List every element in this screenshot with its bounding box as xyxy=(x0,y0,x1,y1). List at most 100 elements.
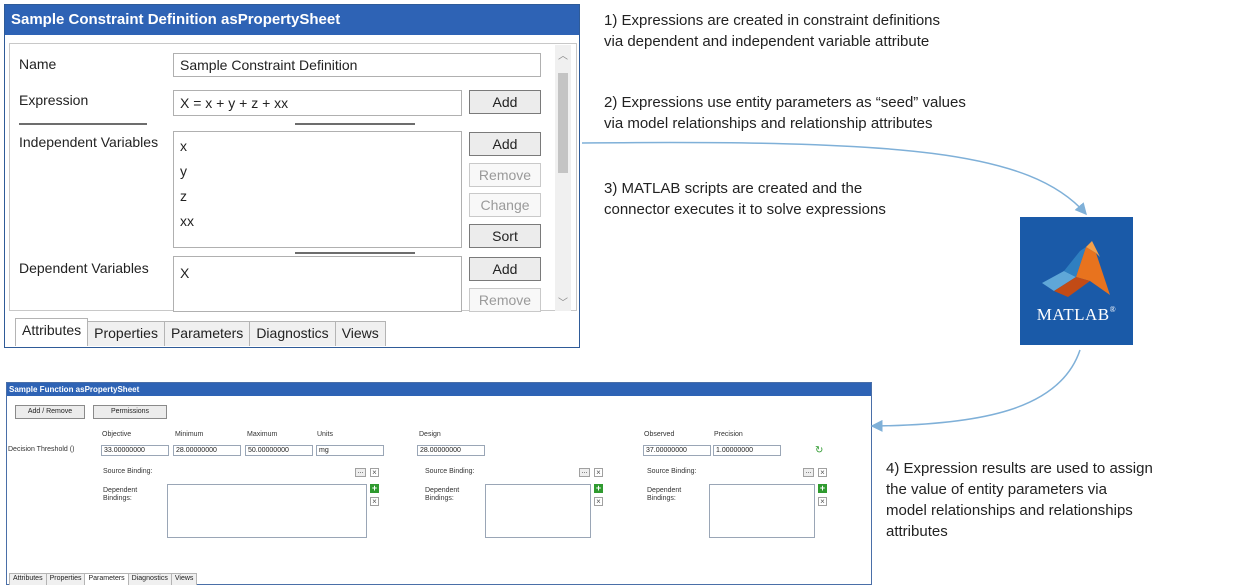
scroll-down-icon[interactable]: ﹀ xyxy=(555,294,571,309)
constraint-sheet-title: Sample Constraint Definition asPropertyS… xyxy=(5,5,579,35)
add-binding-icon[interactable]: + xyxy=(818,484,827,493)
units-field[interactable]: mg xyxy=(316,445,384,456)
dependent-variables-list[interactable]: X xyxy=(173,256,462,312)
name-field[interactable]: Sample Constraint Definition xyxy=(173,53,541,77)
function-sheet-title: Sample Function asPropertySheet xyxy=(7,383,871,396)
dependent-bindings-label: Bindings: xyxy=(647,495,676,502)
add-remove-button[interactable]: Add / Remove xyxy=(15,405,85,419)
add-binding-icon[interactable]: + xyxy=(370,484,379,493)
col-precision: Precision xyxy=(714,431,743,438)
minimum-field[interactable]: 28.00000000 xyxy=(173,445,241,456)
tab-properties[interactable]: Properties xyxy=(45,573,86,585)
note-3-line: 3) MATLAB scripts are created and the xyxy=(604,180,863,197)
col-observed: Observed xyxy=(644,431,675,438)
remove-binding-icon[interactable]: × xyxy=(818,497,827,506)
list-item[interactable]: x xyxy=(180,138,461,163)
dependent-remove-button[interactable]: Remove xyxy=(469,288,541,312)
permissions-button[interactable]: Permissions xyxy=(93,405,167,419)
matlab-logo: MATLAB® xyxy=(1020,217,1133,345)
expression-label: Expression xyxy=(19,92,89,108)
note-3-line: connector executes it to solve expressio… xyxy=(604,201,886,218)
expression-add-button[interactable]: Add xyxy=(469,90,541,114)
clear-icon[interactable]: × xyxy=(818,468,827,477)
tab-views[interactable]: Views xyxy=(170,573,198,585)
expression-splitter[interactable] xyxy=(295,123,415,125)
scroll-up-icon[interactable]: ︿ xyxy=(555,47,571,62)
dependent-variables-label: Dependent Variables xyxy=(19,260,149,276)
source-binding-browse-button[interactable]: ... xyxy=(579,468,590,477)
tab-diagnostics[interactable]: Diagnostics xyxy=(249,321,336,346)
dependent-bindings-label: Bindings: xyxy=(425,495,454,502)
source-binding-browse-button[interactable]: ... xyxy=(803,468,814,477)
col-maximum: Maximum xyxy=(247,431,278,438)
dependent-bindings-label: Dependent xyxy=(425,487,460,494)
dependent-bindings-list[interactable] xyxy=(709,484,815,538)
note-3: 3) MATLAB scripts are created and the co… xyxy=(604,178,886,220)
dependent-bindings-label: Bindings: xyxy=(103,495,132,502)
dependent-add-button[interactable]: Add xyxy=(469,257,541,281)
matlab-text: MATLAB xyxy=(1036,305,1110,324)
independent-add-button[interactable]: Add xyxy=(469,132,541,156)
independent-remove-button[interactable]: Remove xyxy=(469,163,541,187)
expression-divider xyxy=(19,123,147,125)
matlab-membrane-icon xyxy=(1042,241,1110,297)
dependent-bindings-list[interactable] xyxy=(167,484,367,538)
note-1: 1) Expressions are created in constraint… xyxy=(604,10,940,52)
independent-sort-button[interactable]: Sort xyxy=(469,224,541,248)
observed-field[interactable]: 37.00000000 xyxy=(643,445,711,456)
note-2: 2) Expressions use entity parameters as … xyxy=(604,92,966,134)
independent-variables-list[interactable]: x y z xx xyxy=(173,131,462,248)
clear-icon[interactable]: × xyxy=(594,468,603,477)
remove-binding-icon[interactable]: × xyxy=(594,497,603,506)
vertical-scrollbar[interactable]: ︿ ﹀ xyxy=(555,45,571,311)
col-minimum: Minimum xyxy=(175,431,204,438)
col-design: Design xyxy=(419,431,441,438)
list-item[interactable]: z xyxy=(180,188,461,213)
note-1-line: via dependent and independent variable a… xyxy=(604,33,930,50)
note-4-line: the value of entity parameters via xyxy=(886,481,1107,498)
maximum-field[interactable]: 50.00000000 xyxy=(245,445,313,456)
clear-icon[interactable]: × xyxy=(370,468,379,477)
note-4-line: 4) Expression results are used to assign xyxy=(886,460,1153,477)
independent-change-button[interactable]: Change xyxy=(469,193,541,217)
tab-attributes[interactable]: Attributes xyxy=(15,318,89,346)
name-label: Name xyxy=(19,56,57,72)
scroll-thumb[interactable] xyxy=(558,73,568,173)
constraint-property-sheet: Sample Constraint Definition asPropertyS… xyxy=(4,4,580,348)
function-property-sheet: Sample Function asPropertySheet Add / Re… xyxy=(6,382,872,585)
tab-parameters[interactable]: Parameters xyxy=(84,573,129,585)
source-binding-browse-button[interactable]: ... xyxy=(355,468,366,477)
list-item[interactable]: X xyxy=(180,265,461,281)
note-4: 4) Expression results are used to assign… xyxy=(886,458,1153,542)
list-item[interactable]: xx xyxy=(180,213,461,238)
function-tabbar: Attributes Properties Parameters Diagnos… xyxy=(9,573,198,585)
dependent-bindings-label: Dependent xyxy=(647,487,682,494)
dependent-bindings-label: Dependent xyxy=(103,487,138,494)
note-1-line: 1) Expressions are created in constraint… xyxy=(604,12,941,29)
expression-field[interactable]: X = x + y + z + xx xyxy=(173,90,462,116)
refresh-icon[interactable]: ↻ xyxy=(815,446,825,456)
independent-variables-label: Independent Variables xyxy=(19,134,159,150)
registered-mark: ® xyxy=(1109,305,1117,314)
precision-field[interactable]: 1.00000000 xyxy=(713,445,781,456)
add-binding-icon[interactable]: + xyxy=(594,484,603,493)
remove-binding-icon[interactable]: × xyxy=(370,497,379,506)
col-objective: Objective xyxy=(102,431,132,438)
independent-splitter[interactable] xyxy=(295,252,415,254)
matlab-wordmark: MATLAB® xyxy=(1020,305,1133,325)
source-binding-label: Source Binding: xyxy=(103,468,153,475)
note-4-line: attributes xyxy=(886,523,948,540)
source-binding-label: Source Binding: xyxy=(425,468,475,475)
arrow-to-function-sheet xyxy=(870,349,1081,432)
tab-views[interactable]: Views xyxy=(334,321,386,346)
constraint-tabbar: Attributes Properties Parameters Diagnos… xyxy=(15,318,386,346)
dependent-bindings-list[interactable] xyxy=(485,484,591,538)
design-field[interactable]: 28.00000000 xyxy=(417,445,485,456)
tab-attributes[interactable]: Attributes xyxy=(9,573,47,585)
objective-field[interactable]: 33.00000000 xyxy=(101,445,169,456)
tab-parameters[interactable]: Parameters xyxy=(163,321,251,346)
tab-properties[interactable]: Properties xyxy=(87,321,165,346)
note-4-line: model relationships and relationships xyxy=(886,502,1133,519)
tab-diagnostics[interactable]: Diagnostics xyxy=(127,573,172,585)
list-item[interactable]: y xyxy=(180,163,461,188)
